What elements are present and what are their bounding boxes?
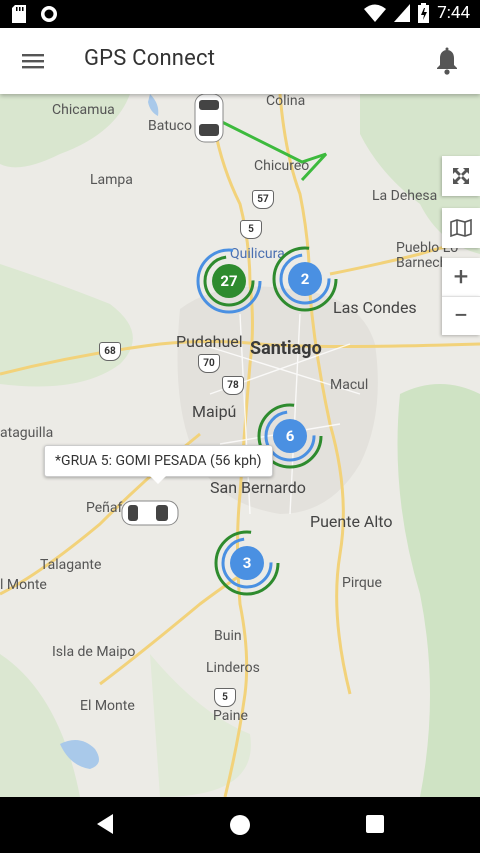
status-time: 7:44 xyxy=(437,3,470,23)
map-icon xyxy=(450,219,472,237)
map-type-button[interactable] xyxy=(442,208,480,248)
place-label: Paine xyxy=(213,708,248,724)
place-label: Buin xyxy=(214,628,242,644)
home-icon[interactable] xyxy=(229,814,251,836)
battery-icon xyxy=(418,3,430,23)
place-label: Peñaf xyxy=(86,500,123,516)
cluster-count: 3 xyxy=(242,554,252,572)
cluster-count: 27 xyxy=(220,272,238,290)
place-label: Chicamua xyxy=(52,102,115,118)
highway-shield: 78 xyxy=(222,376,244,395)
signal-icon xyxy=(394,4,411,22)
place-label: Santiago xyxy=(250,338,322,359)
vehicle-info-tooltip[interactable]: *GRUA 5: GOMI PESADA (56 kph) xyxy=(44,445,273,484)
place-label: Puente Alto xyxy=(310,512,393,531)
place-label: Maipú xyxy=(192,402,237,421)
menu-icon[interactable] xyxy=(20,49,46,73)
zoom-in-button[interactable]: + xyxy=(442,258,480,296)
highway-shield: 70 xyxy=(198,354,220,373)
highway-shield: 5 xyxy=(240,220,262,239)
navigation-bar xyxy=(0,797,480,853)
place-label: Isla de Maipo xyxy=(52,644,136,660)
place-label: l Monte xyxy=(0,577,47,593)
fullscreen-icon xyxy=(453,168,469,184)
vehicle-car-icon[interactable] xyxy=(192,94,226,144)
place-label: Colina xyxy=(266,94,306,109)
place-label: ataguilla xyxy=(0,425,54,441)
cluster-count: 2 xyxy=(300,270,310,288)
place-label: Talagante xyxy=(40,557,102,573)
fullscreen-button[interactable] xyxy=(442,156,480,196)
map-view[interactable]: Chicamua Batuco Colina Lampa Chicureo La… xyxy=(0,94,480,797)
place-label: Macul xyxy=(330,377,369,393)
place-label: Lampa xyxy=(90,172,133,188)
place-label: Barnech xyxy=(396,255,448,271)
vehicle-cluster[interactable]: 3 xyxy=(212,528,282,598)
status-bar: 7:44 xyxy=(0,0,480,28)
recents-icon[interactable] xyxy=(366,815,384,833)
place-label: Las Condes xyxy=(333,298,417,317)
sd-card-icon xyxy=(12,5,26,23)
app-bar: GPS Connect xyxy=(0,28,480,94)
place-label: Pirque xyxy=(342,575,382,591)
place-label: La Dehesa xyxy=(372,188,438,204)
wifi-icon xyxy=(364,4,387,22)
place-label: Pudahuel xyxy=(176,332,243,351)
highway-shield: 57 xyxy=(252,190,274,209)
highway-shield: 5 xyxy=(214,688,236,707)
vehicle-cluster[interactable]: 27 xyxy=(194,246,264,316)
app-title: GPS Connect xyxy=(84,46,216,71)
place-label: Batuco xyxy=(148,118,192,134)
circle-status-icon xyxy=(41,6,57,22)
bell-icon[interactable] xyxy=(434,47,460,75)
place-label: El Monte xyxy=(80,698,135,714)
back-icon[interactable] xyxy=(95,813,115,835)
place-label: Chicureo xyxy=(254,158,310,174)
vehicle-cluster[interactable]: 2 xyxy=(270,244,340,314)
highway-shield: 68 xyxy=(99,342,121,361)
place-label: Linderos xyxy=(206,660,260,676)
zoom-out-button[interactable]: − xyxy=(442,296,480,335)
place-label: San Bernardo xyxy=(210,478,306,497)
vehicle-car-icon[interactable] xyxy=(120,498,180,528)
